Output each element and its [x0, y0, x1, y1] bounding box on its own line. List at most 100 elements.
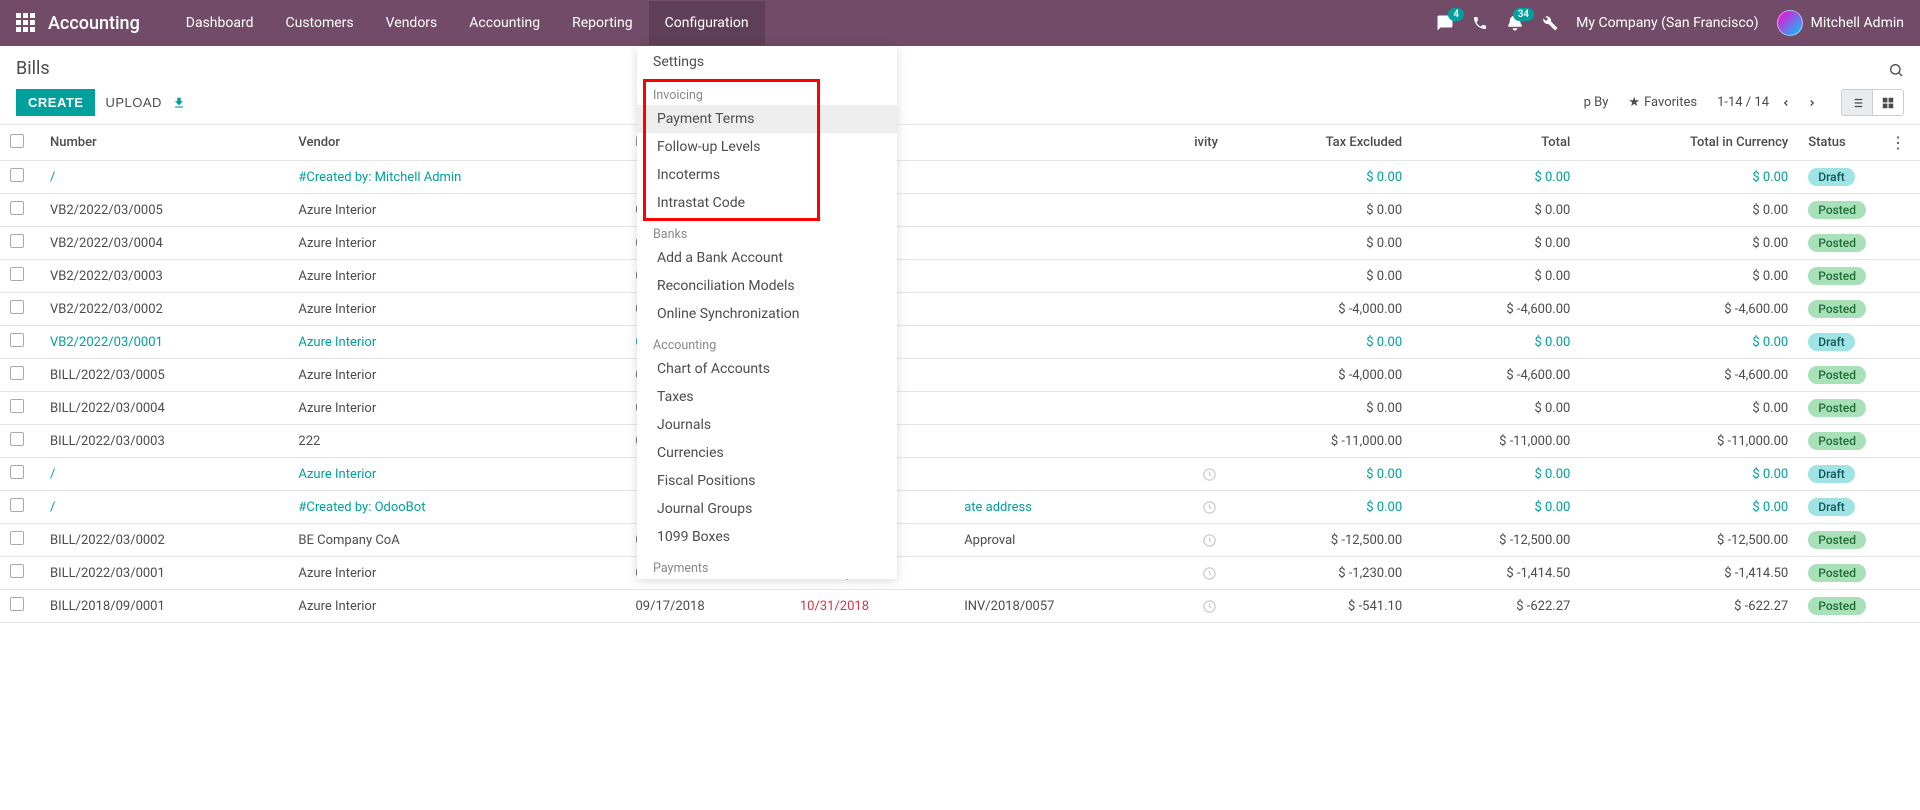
col-vendor[interactable]: Vendor [288, 125, 625, 161]
row-checkbox[interactable] [10, 333, 24, 347]
upload-button[interactable]: UPLOAD [105, 95, 161, 110]
dropdown-item-incoterms[interactable]: Incoterms [637, 161, 897, 189]
menu-vendors[interactable]: Vendors [370, 1, 454, 45]
table-row[interactable]: VB2/2022/03/0005 Azure Interior 03/21/20… [0, 194, 1920, 227]
group-by-button[interactable]: p By [1584, 95, 1609, 110]
menu-dashboard[interactable]: Dashboard [170, 1, 270, 45]
table-row[interactable]: BILL/2022/03/0004 Azure Interior 03/21/2… [0, 392, 1920, 425]
debug-icon[interactable] [1542, 15, 1558, 31]
search-icon[interactable] [1888, 59, 1904, 78]
col-total-currency[interactable]: Total in Currency [1580, 125, 1798, 161]
cell-vendor[interactable]: #Created by: Mitchell Admin [298, 170, 461, 185]
cell-vendor[interactable]: #Created by: OdooBot [298, 500, 425, 515]
cell-activity[interactable] [1184, 326, 1234, 359]
table-row[interactable]: / #Created by: Mitchell Admin $ 0.00 $ 0… [0, 161, 1920, 194]
user-menu[interactable]: Mitchell Admin [1777, 10, 1904, 36]
table-row[interactable]: VB2/2022/03/0004 Azure Interior 03/21/20… [0, 227, 1920, 260]
table-row[interactable]: VB2/2022/03/0003 Azure Interior 03/21/20… [0, 260, 1920, 293]
cell-vendor[interactable]: Azure Interior [298, 203, 376, 218]
col-status[interactable]: Status [1798, 125, 1876, 161]
cell-activity[interactable] [1184, 161, 1234, 194]
row-checkbox[interactable] [10, 564, 24, 578]
cell-activity[interactable] [1184, 524, 1234, 557]
cell-vendor[interactable]: Azure Interior [298, 566, 376, 581]
dropdown-item-taxes[interactable]: Taxes [637, 383, 897, 411]
cell-activity[interactable] [1184, 491, 1234, 524]
cell-vendor[interactable]: 222 [298, 434, 320, 449]
app-name[interactable]: Accounting [48, 13, 140, 34]
cell-activity[interactable] [1184, 557, 1234, 590]
cell-activity[interactable] [1184, 293, 1234, 326]
cell-activity[interactable] [1184, 227, 1234, 260]
apps-icon[interactable] [16, 13, 36, 33]
cell-vendor[interactable]: Azure Interior [298, 269, 376, 284]
dropdown-item-fiscal-positions[interactable]: Fiscal Positions [637, 467, 897, 495]
cell-vendor[interactable]: Azure Interior [298, 236, 376, 251]
row-checkbox[interactable] [10, 366, 24, 380]
row-checkbox[interactable] [10, 498, 24, 512]
cell-activity[interactable] [1184, 260, 1234, 293]
menu-reporting[interactable]: Reporting [556, 1, 649, 45]
upload-icon[interactable] [172, 95, 186, 110]
cell-activity[interactable] [1184, 392, 1234, 425]
cell-vendor[interactable]: Azure Interior [298, 302, 376, 317]
pager-next[interactable] [1803, 93, 1821, 112]
table-row[interactable]: / Azure Interior In 39 days $ 0.00 $ 0.0… [0, 458, 1920, 491]
discuss-icon[interactable]: 4 [1436, 14, 1454, 32]
menu-accounting[interactable]: Accounting [453, 1, 556, 45]
dropdown-item-currencies[interactable]: Currencies [637, 439, 897, 467]
row-checkbox[interactable] [10, 201, 24, 215]
dropdown-item-journals[interactable]: Journals [637, 411, 897, 439]
row-checkbox[interactable] [10, 234, 24, 248]
row-checkbox[interactable] [10, 399, 24, 413]
cell-vendor[interactable]: Azure Interior [298, 368, 376, 383]
table-row[interactable]: BILL/2022/03/0001 Azure Interior 03/01/2… [0, 557, 1920, 590]
cell-number[interactable]: BILL/2018/09/0001 [50, 599, 165, 614]
col-tax-excluded[interactable]: Tax Excluded [1234, 125, 1412, 161]
dropdown-item-follow-up-levels[interactable]: Follow-up Levels [637, 133, 897, 161]
cell-number[interactable]: / [50, 170, 55, 185]
col-activity[interactable]: ivity [1184, 125, 1234, 161]
dropdown-item-online-synchronization[interactable]: Online Synchronization [637, 300, 897, 328]
dropdown-item-1099-boxes[interactable]: 1099 Boxes [637, 523, 897, 551]
table-row[interactable]: BILL/2022/03/0005 Azure Interior 03/21/2… [0, 359, 1920, 392]
dropdown-settings[interactable]: Settings [637, 46, 897, 78]
pager-prev[interactable] [1777, 93, 1795, 112]
dropdown-item-chart-of-accounts[interactable]: Chart of Accounts [637, 355, 897, 383]
row-checkbox[interactable] [10, 531, 24, 545]
row-checkbox[interactable] [10, 597, 24, 611]
cell-activity[interactable] [1184, 359, 1234, 392]
cell-number[interactable]: VB2/2022/03/0004 [50, 236, 163, 251]
cell-vendor[interactable]: BE Company CoA [298, 533, 399, 548]
row-checkbox[interactable] [10, 432, 24, 446]
favorites-button[interactable]: ★ Favorites [1628, 95, 1697, 110]
col-number[interactable]: Number [40, 125, 288, 161]
pager-value[interactable]: 1-14 / 14 [1717, 95, 1769, 110]
dropdown-item-journal-groups[interactable]: Journal Groups [637, 495, 897, 523]
cell-number[interactable]: VB2/2022/03/0005 [50, 203, 163, 218]
dropdown-item-add-a-bank-account[interactable]: Add a Bank Account [637, 244, 897, 272]
cell-number[interactable]: / [50, 467, 55, 482]
cell-activity[interactable] [1184, 590, 1234, 623]
phone-icon[interactable] [1472, 15, 1488, 31]
cell-number[interactable]: / [50, 500, 55, 515]
col-total[interactable]: Total [1412, 125, 1580, 161]
cell-vendor[interactable]: Azure Interior [298, 467, 376, 482]
cell-number[interactable]: BILL/2022/03/0005 [50, 368, 165, 383]
cell-number[interactable]: BILL/2022/03/0004 [50, 401, 165, 416]
row-checkbox[interactable] [10, 465, 24, 479]
table-row[interactable]: VB2/2022/03/0002 Azure Interior 03/21/20… [0, 293, 1920, 326]
dropdown-item-intrastat-code[interactable]: Intrastat Code [637, 189, 897, 217]
kanban-view-button[interactable] [1873, 90, 1903, 115]
table-row[interactable]: BILL/2018/09/0001 Azure Interior 09/17/2… [0, 590, 1920, 623]
cell-number[interactable]: VB2/2022/03/0003 [50, 269, 163, 284]
cell-number[interactable]: VB2/2022/03/0001 [50, 335, 163, 350]
row-checkbox[interactable] [10, 300, 24, 314]
dropdown-item-payment-acquirers[interactable]: Payment Acquirers▸ [637, 578, 897, 579]
menu-customers[interactable]: Customers [270, 1, 370, 45]
cell-activity[interactable] [1184, 425, 1234, 458]
menu-configuration[interactable]: Configuration [649, 1, 765, 45]
row-checkbox[interactable] [10, 168, 24, 182]
activities-icon[interactable]: 34 [1506, 14, 1524, 32]
select-all-checkbox[interactable] [10, 134, 24, 148]
